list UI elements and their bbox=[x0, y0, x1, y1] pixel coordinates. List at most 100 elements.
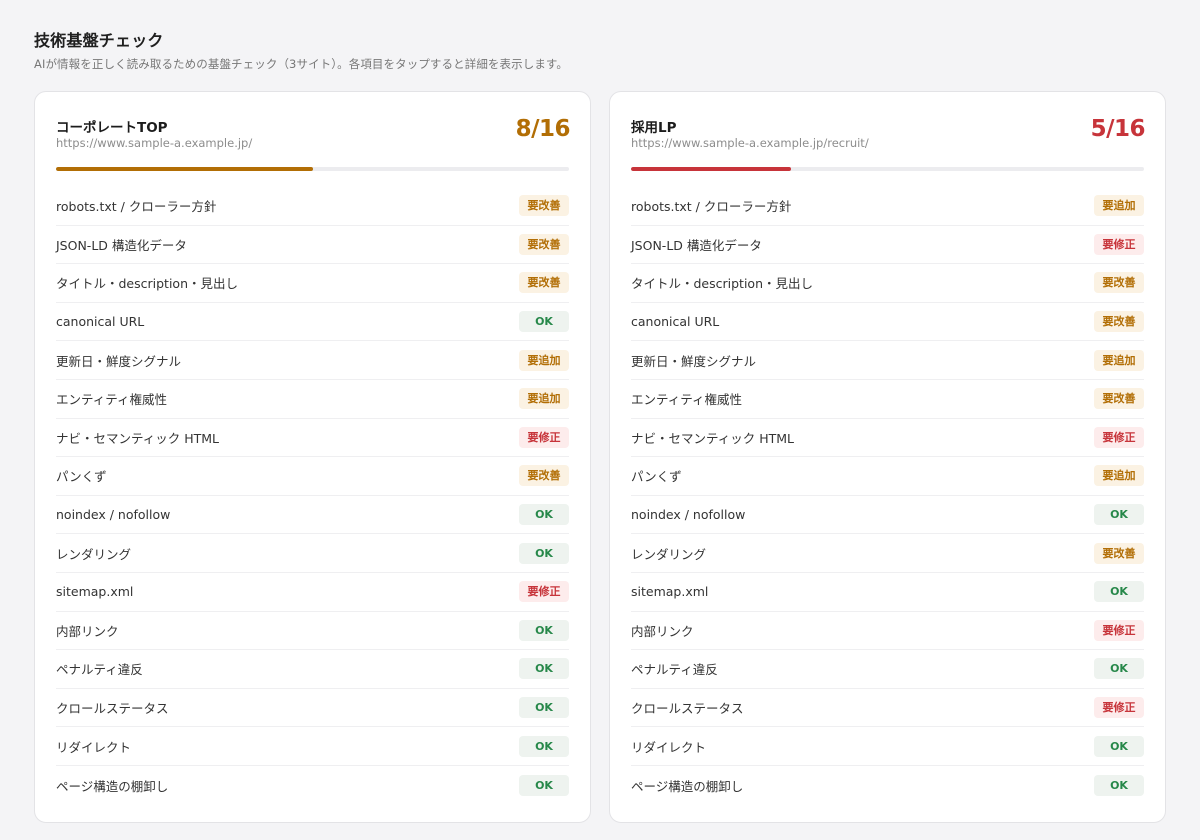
check-item-label: ナビ・セマンティック HTML bbox=[631, 430, 795, 446]
check-item-label: パンくず bbox=[56, 469, 107, 485]
status-badge: 要追加 bbox=[1094, 195, 1144, 217]
status-badge: 要修正 bbox=[519, 581, 569, 603]
check-item[interactable]: リダイレクト OK bbox=[56, 727, 569, 766]
status-badge: 要修正 bbox=[1094, 426, 1144, 448]
check-item-label: canonical URL bbox=[631, 314, 720, 330]
check-list: robots.txt / クローラー方針 要改善 JSON-LD 構造化データ 要改善… bbox=[56, 187, 569, 805]
status-badge: OK bbox=[519, 542, 569, 564]
check-item-label: クロールステータス bbox=[631, 701, 744, 717]
status-badge: 要修正 bbox=[1094, 697, 1144, 719]
site-name: 採用LP bbox=[631, 120, 677, 136]
page: 技術基盤チェック AIが情報を正しく読み取るための基盤チェック（3サイト）。各項… bbox=[0, 0, 1200, 840]
check-item[interactable]: ペナルティ違反 OK bbox=[631, 650, 1144, 689]
check-item[interactable]: パンくず 要追加 bbox=[631, 457, 1144, 496]
check-item[interactable]: クロールステータス 要修正 bbox=[631, 689, 1144, 728]
status-badge: 要改善 bbox=[519, 195, 569, 217]
check-item[interactable]: robots.txt / クローラー方針 要改善 bbox=[56, 187, 569, 226]
status-badge: OK bbox=[519, 619, 569, 641]
check-item-label: noindex / nofollow bbox=[631, 507, 746, 523]
check-item-label: ペナルティ違反 bbox=[631, 662, 718, 678]
check-item[interactable]: エンティティ権威性 要追加 bbox=[56, 380, 569, 419]
check-item[interactable]: canonical URL OK bbox=[56, 303, 569, 342]
check-item-label: JSON-LD 構造化データ bbox=[56, 237, 187, 253]
check-item[interactable]: ページ構造の棚卸し OK bbox=[631, 766, 1144, 805]
check-item[interactable]: canonical URL 要改善 bbox=[631, 303, 1144, 342]
score-progress-fill bbox=[631, 167, 792, 171]
check-item-label: エンティティ権威性 bbox=[631, 392, 743, 408]
check-item[interactable]: タイトル・description・見出し 要改善 bbox=[631, 264, 1144, 303]
check-item-label: タイトル・description・見出し bbox=[56, 276, 239, 292]
status-badge: OK bbox=[1094, 581, 1144, 603]
check-item-label: robots.txt / クローラー方針 bbox=[631, 199, 792, 215]
site-name: コーポレートTOP bbox=[56, 120, 168, 136]
check-item-label: JSON-LD 構造化データ bbox=[631, 237, 762, 253]
check-item[interactable]: ページ構造の棚卸し OK bbox=[56, 766, 569, 805]
check-item-label: レンダリング bbox=[631, 546, 707, 562]
check-item[interactable]: noindex / nofollow OK bbox=[56, 496, 569, 535]
check-item[interactable]: リダイレクト OK bbox=[631, 727, 1144, 766]
status-badge: 要改善 bbox=[519, 465, 569, 487]
status-badge: 要改善 bbox=[519, 272, 569, 294]
page-title: 技術基盤チェック bbox=[34, 31, 164, 50]
check-item-label: sitemap.xml bbox=[631, 584, 709, 600]
status-badge: OK bbox=[519, 311, 569, 333]
status-badge: 要追加 bbox=[1094, 465, 1144, 487]
check-item-label: ページ構造の棚卸し bbox=[56, 778, 169, 794]
check-item[interactable]: タイトル・description・見出し 要改善 bbox=[56, 264, 569, 303]
status-badge: OK bbox=[1094, 658, 1144, 680]
check-item[interactable]: ナビ・セマンティック HTML 要修正 bbox=[56, 419, 569, 458]
score-progress-bar bbox=[631, 167, 1144, 171]
status-badge: 要追加 bbox=[519, 349, 569, 371]
status-badge: 要追加 bbox=[519, 388, 569, 410]
check-item[interactable]: レンダリング 要改善 bbox=[631, 534, 1144, 573]
check-item[interactable]: JSON-LD 構造化データ 要修正 bbox=[631, 226, 1144, 265]
status-badge: 要改善 bbox=[1094, 272, 1144, 294]
score-progress-fill bbox=[56, 167, 313, 171]
check-item[interactable]: クロールステータス OK bbox=[56, 689, 569, 728]
check-item[interactable]: エンティティ権威性 要改善 bbox=[631, 380, 1144, 419]
check-item-label: パンくず bbox=[631, 469, 682, 485]
site-url: https://www.sample-a.example.jp/ bbox=[56, 136, 253, 150]
check-item-label: 更新日・鮮度シグナル bbox=[631, 353, 757, 369]
check-item[interactable]: sitemap.xml OK bbox=[631, 573, 1144, 612]
check-item[interactable]: 内部リンク OK bbox=[56, 612, 569, 651]
check-item[interactable]: JSON-LD 構造化データ 要改善 bbox=[56, 226, 569, 265]
check-item[interactable]: パンくず 要改善 bbox=[56, 457, 569, 496]
status-badge: 要改善 bbox=[1094, 388, 1144, 410]
check-item[interactable]: sitemap.xml 要修正 bbox=[56, 573, 569, 612]
status-badge: OK bbox=[519, 658, 569, 680]
check-item[interactable]: ペナルティ違反 OK bbox=[56, 650, 569, 689]
check-item-label: エンティティ権威性 bbox=[56, 392, 168, 408]
status-badge: OK bbox=[1094, 774, 1144, 796]
check-item-label: noindex / nofollow bbox=[56, 507, 171, 523]
site-cards: コーポレートTOP https://www.sample-a.example.j… bbox=[34, 91, 1166, 823]
page-subtitle: AIが情報を正しく読み取るための基盤チェック（3サイト）。各項目をタップすると詳… bbox=[34, 57, 568, 71]
check-item-label: 内部リンク bbox=[631, 623, 694, 639]
status-badge: OK bbox=[519, 774, 569, 796]
check-item-label: canonical URL bbox=[56, 314, 145, 330]
check-item[interactable]: noindex / nofollow OK bbox=[631, 496, 1144, 535]
check-item[interactable]: 内部リンク 要修正 bbox=[631, 612, 1144, 651]
score-progress-bar bbox=[56, 167, 569, 171]
status-badge: 要改善 bbox=[519, 233, 569, 255]
check-item-label: リダイレクト bbox=[631, 739, 707, 755]
check-item-label: レンダリング bbox=[56, 546, 132, 562]
site-card: コーポレートTOP https://www.sample-a.example.j… bbox=[34, 91, 591, 823]
check-item-label: 更新日・鮮度シグナル bbox=[56, 353, 182, 369]
check-item[interactable]: robots.txt / クローラー方針 要追加 bbox=[631, 187, 1144, 226]
status-badge: OK bbox=[519, 504, 569, 526]
status-badge: 要改善 bbox=[1094, 311, 1144, 333]
site-score: 5/16 bbox=[1090, 116, 1146, 142]
status-badge: 要修正 bbox=[519, 426, 569, 448]
check-item[interactable]: ナビ・セマンティック HTML 要修正 bbox=[631, 419, 1144, 458]
check-item-label: ページ構造の棚卸し bbox=[631, 778, 744, 794]
site-card: 採用LP https://www.sample-a.example.jp/rec… bbox=[609, 91, 1166, 823]
check-item-label: ペナルティ違反 bbox=[56, 662, 143, 678]
status-badge: 要追加 bbox=[1094, 349, 1144, 371]
status-badge: 要修正 bbox=[1094, 619, 1144, 641]
check-item[interactable]: 更新日・鮮度シグナル 要追加 bbox=[631, 341, 1144, 380]
check-item-label: sitemap.xml bbox=[56, 584, 134, 600]
site-score: 8/16 bbox=[515, 116, 571, 142]
check-item[interactable]: 更新日・鮮度シグナル 要追加 bbox=[56, 341, 569, 380]
check-item[interactable]: レンダリング OK bbox=[56, 534, 569, 573]
